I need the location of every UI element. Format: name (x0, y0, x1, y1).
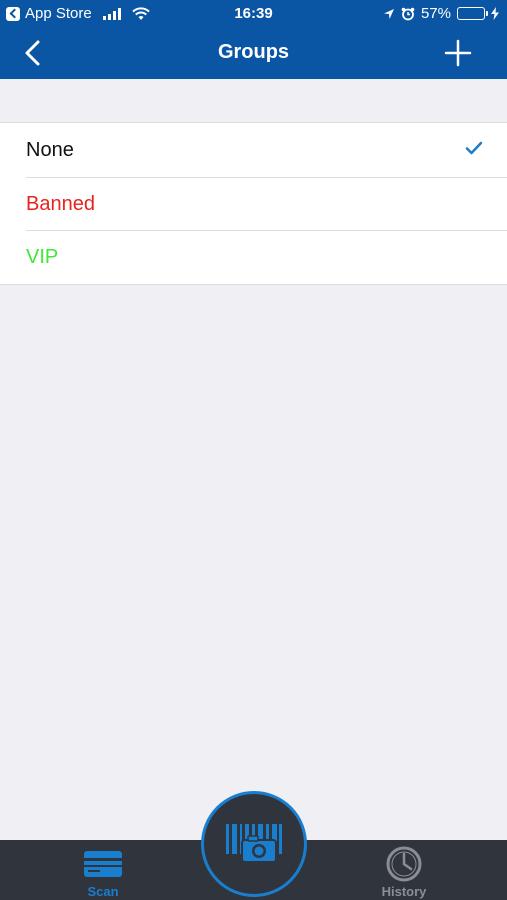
tab-scan-label: Scan (87, 884, 119, 899)
alarm-icon (401, 7, 415, 20)
group-row-none[interactable]: None (0, 123, 507, 177)
battery-icon (457, 7, 488, 20)
scan-button[interactable] (201, 791, 307, 897)
tab-history-label: History (381, 884, 427, 899)
clock-icon (386, 846, 422, 882)
checkmark-icon (465, 141, 483, 155)
barcode-camera-icon (226, 824, 282, 863)
location-icon (383, 8, 394, 19)
tab-history[interactable]: History (344, 840, 464, 900)
battery-percent: 57% (420, 5, 451, 22)
charging-icon (491, 7, 499, 20)
group-label: None (26, 139, 74, 161)
navigation-bar: Groups (0, 28, 507, 79)
plus-icon (444, 39, 472, 67)
group-label: VIP (26, 246, 59, 268)
group-row-vip[interactable]: VIP (0, 230, 507, 284)
group-row-banned[interactable]: Banned (0, 176, 507, 231)
status-right: 57% (383, 5, 499, 22)
header: App Store 16:39 57% Groups (0, 0, 507, 79)
status-bar: App Store 16:39 57% (0, 0, 507, 28)
page-title: Groups (217, 41, 290, 63)
groups-list: None Banned VIP (0, 122, 507, 285)
group-label: Banned (26, 192, 95, 215)
card-icon (84, 851, 122, 877)
add-group-button[interactable] (443, 38, 473, 68)
tab-scan[interactable]: Scan (43, 840, 163, 900)
